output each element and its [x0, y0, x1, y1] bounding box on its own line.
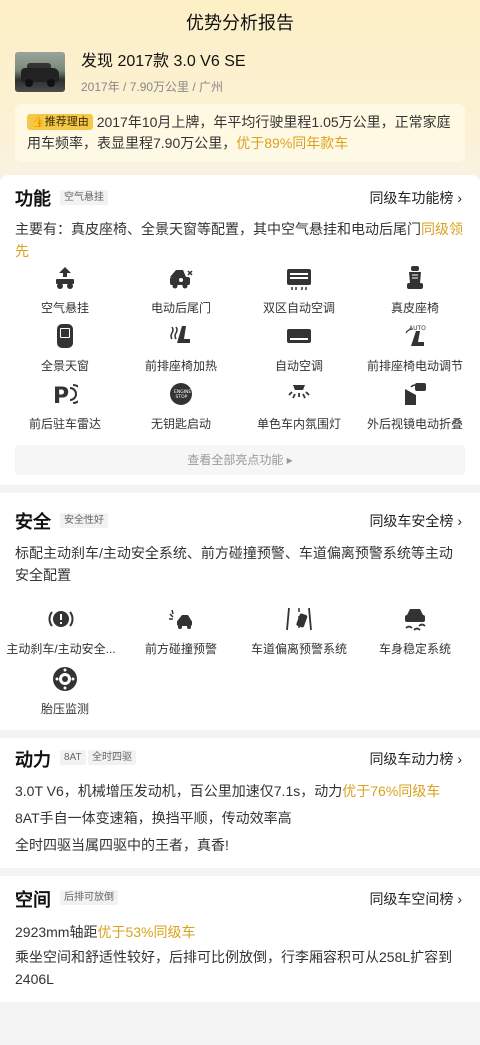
lane-departure-icon	[286, 606, 312, 632]
collision-warning-icon	[168, 606, 194, 632]
feature-active-brake[interactable]: 主动刹车/主动安全...	[6, 606, 116, 657]
power-line-3: 全时四驱当属四驱中的王者，真香!	[15, 837, 229, 853]
recommend-badge: 👍推荐理由	[27, 114, 93, 130]
feature-auto-ac[interactable]: 自动空调	[244, 323, 354, 374]
feature-panoramic-sunroof[interactable]: 全景天窗	[10, 323, 120, 374]
parking-radar-icon: P	[52, 381, 83, 409]
ambient-light-icon	[286, 381, 312, 407]
feature-collision-warning[interactable]: 前方碰撞预警	[126, 606, 236, 657]
car-subtitle: 2017年 / 7.90万公里 / 广州	[81, 80, 224, 94]
recommend-reason: 👍推荐理由 2017年10月上牌，年平均行驶里程1.05万公里，正常家庭用车频率，…	[15, 104, 465, 162]
active-brake-icon	[48, 606, 74, 632]
keyless-start-icon: ENGINE STOP	[168, 381, 194, 407]
power-tag-transmission: 8AT	[60, 750, 86, 765]
power-card: 动力 8AT 全时四驱 同级车动力榜 › 3.0T V6，机械增压发动机，百公里…	[0, 738, 480, 868]
feature-leather-seat[interactable]: 真皮座椅	[360, 265, 470, 316]
space-line-1: 2923mm轴距优于53%同级车	[15, 924, 196, 940]
power-rank-link[interactable]: 同级车动力榜 ›	[369, 749, 462, 769]
space-desc: 乘坐空间和舒适性较好，后排可比例放倒，行李厢容积可从258L扩容到2406L	[15, 949, 453, 987]
function-rank-link[interactable]: 同级车功能榜 ›	[369, 188, 462, 208]
feature-mirror-fold[interactable]: 外后视镜电动折叠	[360, 381, 470, 432]
feature-parking-radar[interactable]: P 前后驻车雷达	[10, 381, 120, 432]
section-divider	[0, 730, 480, 738]
safety-tag: 安全性好	[60, 513, 108, 528]
function-desc: 主要有：真皮座椅、全景天窗等配置，其中空气悬挂和电动后尾门同级领先	[15, 221, 463, 259]
section-divider	[0, 868, 480, 876]
svg-text:STOP: STOP	[176, 394, 188, 400]
view-all-features-button[interactable]: 查看全部亮点功能 ▸	[15, 445, 465, 475]
seat-heating-icon	[168, 323, 194, 349]
page-title: 优势分析报告	[186, 13, 294, 33]
function-tag: 空气悬挂	[60, 190, 108, 205]
feature-stability-control[interactable]: 车身稳定系统	[360, 606, 470, 657]
leather-seat-icon	[402, 265, 428, 291]
auto-ac-icon	[286, 323, 312, 349]
power-seat-icon: AUTO	[402, 323, 428, 349]
power-tag-drive: 全时四驱	[88, 750, 136, 765]
section-divider	[0, 485, 480, 493]
power-title: 动力	[15, 750, 51, 770]
panoramic-sunroof-icon	[52, 323, 78, 349]
dual-zone-ac-icon	[286, 265, 312, 291]
car-title: 发现 2017款 3.0 V6 SE	[81, 53, 246, 70]
feature-power-tailgate[interactable]: 电动后尾门	[126, 265, 236, 316]
reason-highlight: 优于89%同年款车	[236, 135, 349, 151]
mirror-fold-icon	[402, 381, 428, 407]
safety-desc: 标配主动刹车/主动安全系统、前方碰撞预警、车道偏离预警系统等主动安全配置	[15, 545, 453, 583]
function-card: 功能 空气悬挂 同级车功能榜 › 主要有：真皮座椅、全景天窗等配置，其中空气悬挂…	[0, 175, 480, 485]
space-title: 空间	[15, 890, 51, 910]
safety-card: 安全 安全性好 同级车安全榜 › 标配主动刹车/主动安全系统、前方碰撞预警、车道…	[0, 493, 480, 730]
space-rank-link[interactable]: 同级车空间榜 ›	[369, 889, 462, 909]
feature-tire-pressure[interactable]: 胎压监测	[10, 666, 120, 717]
stability-control-icon	[402, 606, 428, 632]
function-title: 功能	[15, 189, 51, 209]
feature-lane-departure[interactable]: 车道偏离预警系统	[244, 606, 354, 657]
space-card: 空间 后排可放倒 同级车空间榜 › 2923mm轴距优于53%同级车 乘坐空间和…	[0, 876, 480, 1002]
power-tailgate-icon	[168, 265, 194, 291]
power-line-2: 8AT手自一体变速箱，换挡平顺，传动效率高	[15, 810, 292, 826]
air-suspension-icon	[52, 265, 78, 291]
feature-ambient-light[interactable]: 单色车内氛围灯	[244, 381, 354, 432]
power-line-1: 3.0T V6，机械增压发动机，百公里加速仅7.1s，动力优于76%同级车	[15, 783, 441, 799]
safety-rank-link[interactable]: 同级车安全榜 ›	[369, 511, 462, 531]
car-thumbnail	[15, 52, 65, 92]
feature-dual-zone-ac[interactable]: 双区自动空调	[244, 265, 354, 316]
safety-title: 安全	[15, 512, 51, 532]
svg-text:P: P	[53, 384, 69, 407]
tire-pressure-icon	[52, 666, 78, 692]
space-tag: 后排可放倒	[60, 890, 118, 905]
feature-seat-heating[interactable]: 前排座椅加热	[126, 323, 236, 374]
feature-air-suspension[interactable]: 空气悬挂	[10, 265, 120, 316]
car-summary[interactable]: 发现 2017款 3.0 V6 SE 2017年 / 7.90万公里 / 广州	[15, 52, 465, 94]
feature-keyless-start[interactable]: ENGINE STOP 无钥匙启动	[126, 381, 236, 432]
feature-power-seat[interactable]: AUTO 前排座椅电动调节	[360, 323, 470, 374]
